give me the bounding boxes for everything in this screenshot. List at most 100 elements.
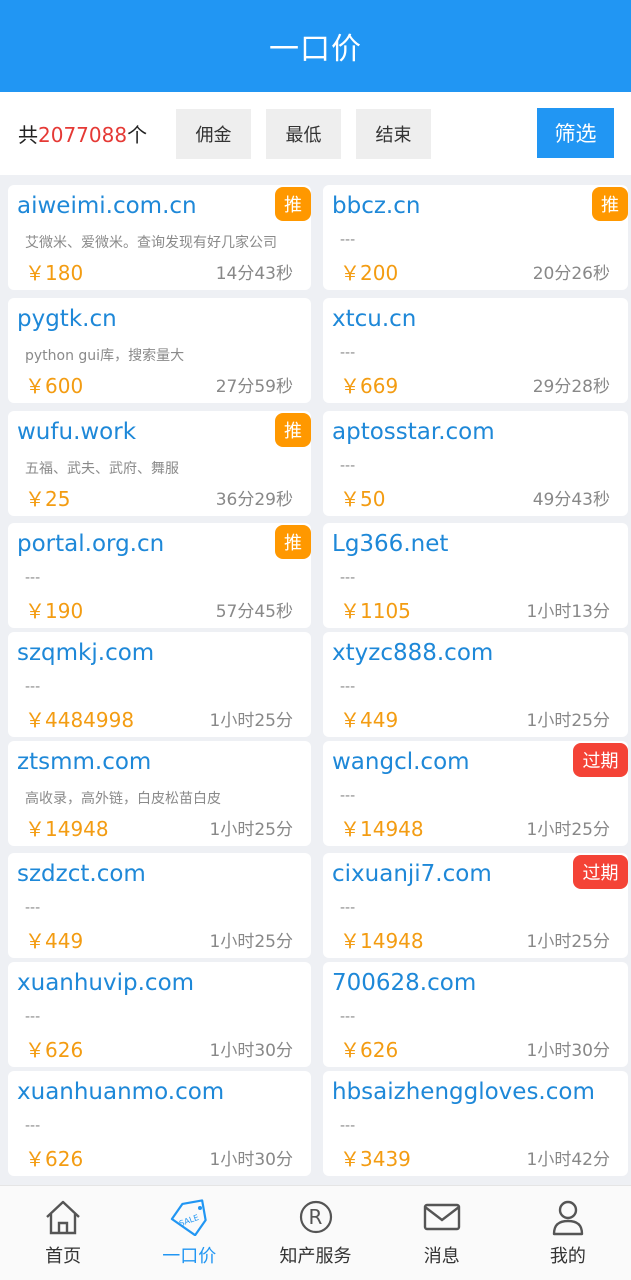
listing-card[interactable]: pygtk.cn python gui库，搜索量大 ￥600 27分59秒 [8,298,311,403]
sort-commission-button[interactable]: 佣金 [176,108,251,159]
sort-lowest-button[interactable]: 最低 [266,108,341,159]
tab-fixed-price[interactable]: SALE 一口价 [126,1186,252,1280]
listing-domain[interactable]: Lg366.net [332,531,448,557]
listing-domain[interactable]: 700628.com [332,970,476,996]
listing-price: ￥180 [25,261,84,285]
expired-badge: 过期 [573,855,628,889]
listing-domain[interactable]: xtcu.cn [332,306,416,332]
listing-card[interactable]: cixuanji7.com --- ￥14948 1小时25分 过期 [323,853,628,958]
listing-price: ￥190 [25,599,84,623]
tab-messages-label: 消息 [423,1246,460,1267]
listing-card[interactable]: szqmkj.com --- ￥4484998 1小时25分 [8,632,311,737]
sort-ending-button[interactable]: 结束 [356,108,431,159]
filter-button[interactable]: 筛选 [537,108,614,158]
listing-time-remaining: 1小时30分 [209,1041,293,1061]
listing-card[interactable]: bbcz.cn --- ￥200 20分26秒 推 [323,185,628,290]
user-icon [552,1200,584,1236]
listing-description: --- [25,570,41,586]
bottom-tab-bar: 首页 SALE 一口价 R 知产服务 消息 我的 [0,1185,631,1280]
listing-price: ￥14948 [25,817,109,841]
listing-price: ￥14948 [340,817,424,841]
listing-description: --- [25,1118,41,1134]
tab-ip-services-label: 知产服务 [279,1246,352,1267]
listing-time-remaining: 1小时25分 [209,711,293,731]
listing-description: 高收录，高外链，白皮松苗白皮 [25,791,221,807]
tab-profile[interactable]: 我的 [505,1186,631,1280]
listing-price: ￥449 [340,708,399,732]
tab-ip-services[interactable]: R 知产服务 [252,1186,378,1280]
listing-price: ￥626 [25,1147,84,1171]
listing-price: ￥626 [340,1038,399,1062]
listing-card[interactable]: xuanhuvip.com --- ￥626 1小时30分 [8,962,311,1067]
listing-card[interactable]: Lg366.net --- ￥1105 1小时13分 [323,523,628,628]
listing-card[interactable]: xuanhuanmo.com --- ￥626 1小时30分 [8,1071,311,1176]
listing-price: ￥600 [25,374,84,398]
sale-tag-icon: SALE [171,1199,208,1236]
listing-card[interactable]: hbsaizhenggloves.com --- ￥3439 1小时42分 [323,1071,628,1176]
listing-time-remaining: 1小时25分 [526,711,610,731]
listing-price: ￥4484998 [25,708,135,732]
listing-description: --- [340,570,356,586]
tab-profile-label: 我的 [549,1246,586,1267]
listing-description: 五福、武夫、武府、舞服 [25,461,179,477]
svg-text:R: R [308,1205,322,1229]
listing-description: --- [340,345,356,361]
listing-domain[interactable]: xuanhuvip.com [17,970,194,996]
listing-description: --- [340,458,356,474]
listing-price: ￥50 [340,487,386,511]
listing-domain[interactable]: aiweimi.com.cn [17,193,197,219]
listing-time-remaining: 1小时25分 [526,820,610,840]
tab-messages[interactable]: 消息 [379,1186,505,1280]
listing-card[interactable]: xtcu.cn --- ￥669 29分28秒 [323,298,628,403]
listing-domain[interactable]: szqmkj.com [17,640,154,666]
listing-time-remaining: 1小时25分 [209,820,293,840]
listing-price: ￥449 [25,929,84,953]
tab-home-label: 首页 [45,1246,82,1267]
recommended-badge: 推 [592,187,628,221]
listing-domain[interactable]: wangcl.com [332,749,470,775]
listing-description: --- [340,1118,356,1134]
listing-time-remaining: 27分59秒 [215,377,293,397]
listing-price: ￥669 [340,374,399,398]
listing-card[interactable]: wufu.work 五福、武夫、武府、舞服 ￥25 36分29秒 推 [8,411,311,516]
svg-text:SALE: SALE [178,1213,200,1228]
listing-price: ￥200 [340,261,399,285]
listing-card[interactable]: wangcl.com --- ￥14948 1小时25分 过期 [323,741,628,846]
listing-time-remaining: 14分43秒 [215,264,293,284]
listing-description: --- [340,900,356,916]
listing-card[interactable]: aptosstar.com --- ￥50 49分43秒 [323,411,628,516]
listing-card[interactable]: szdzct.com --- ￥449 1小时25分 [8,853,311,958]
app-header: 一口价 [0,0,631,92]
listing-domain[interactable]: xuanhuanmo.com [17,1079,224,1105]
count-suffix: 个 [127,123,148,147]
listing-description: --- [340,679,356,695]
listing-domain[interactable]: hbsaizhenggloves.com [332,1079,595,1105]
page-title: 一口价 [269,32,362,67]
listing-card[interactable]: xtyzc888.com --- ￥449 1小时25分 [323,632,628,737]
listing-time-remaining: 1小时25分 [209,932,293,952]
count-prefix: 共 [18,123,38,147]
listing-domain[interactable]: szdzct.com [17,861,146,887]
recommended-badge: 推 [275,525,311,559]
listing-description: 艾微米、爱微米。查询发现有好几家公司 [25,235,277,251]
listing-domain[interactable]: cixuanji7.com [332,861,492,887]
listing-description: --- [340,1009,356,1025]
listing-domain[interactable]: portal.org.cn [17,531,164,557]
listing-card[interactable]: 700628.com --- ￥626 1小时30分 [323,962,628,1067]
listing-description: python gui库，搜索量大 [25,348,185,364]
tab-home[interactable]: 首页 [0,1186,126,1280]
listing-card[interactable]: aiweimi.com.cn 艾微米、爱微米。查询发现有好几家公司 ￥180 14分4… [8,185,311,290]
listing-domain[interactable]: ztsmm.com [17,749,151,775]
listing-time-remaining: 29分28秒 [532,377,610,397]
listing-card[interactable]: portal.org.cn --- ￥190 57分45秒 推 [8,523,311,628]
listing-time-remaining: 36分29秒 [215,490,293,510]
listing-domain[interactable]: bbcz.cn [332,193,420,219]
listing-description: --- [340,788,356,804]
listing-domain[interactable]: aptosstar.com [332,419,495,445]
recommended-badge: 推 [275,187,311,221]
listing-card[interactable]: ztsmm.com 高收录，高外链，白皮松苗白皮 ￥14948 1小时25分 [8,741,311,846]
listing-price: ￥626 [25,1038,84,1062]
listing-domain[interactable]: pygtk.cn [17,306,117,332]
listing-domain[interactable]: xtyzc888.com [332,640,493,666]
listing-domain[interactable]: wufu.work [17,419,136,445]
